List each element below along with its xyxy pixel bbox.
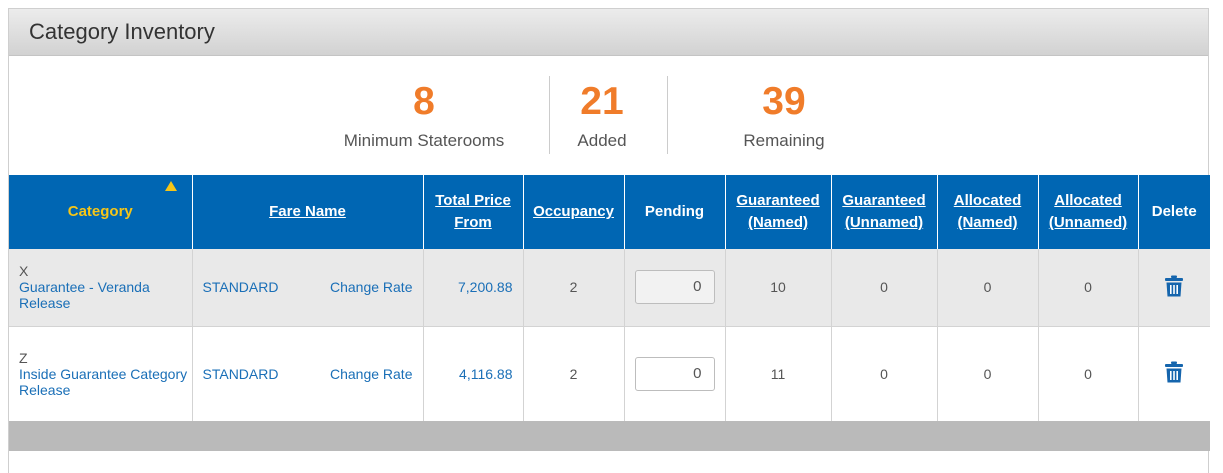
inventory-stats: 8 Minimum Staterooms 21 Added 39 Remaini… (9, 56, 1208, 175)
col-header-label-line2: (Named) (747, 214, 808, 231)
col-header-occupancy[interactable]: Occupancy (523, 175, 625, 249)
allocated-unnamed-value: 0 (1038, 249, 1139, 327)
sort-link-fare-name[interactable]: Fare Name (269, 203, 346, 220)
col-header-label-line2: From (454, 214, 492, 231)
allocated-named-value: 0 (937, 326, 1039, 422)
col-header-label-line2: (Unnamed) (1048, 214, 1128, 231)
fare-cell: STANDARD Change Rate (192, 249, 424, 327)
sort-link-total-price[interactable]: Total Price From (435, 192, 511, 231)
inventory-table: Category Fare Name Total Price From Occup… (9, 175, 1210, 422)
stat-added: 21 Added (557, 82, 647, 151)
col-header-label-line2: (Unnamed) (844, 214, 924, 231)
col-header-guaranteed-unnamed[interactable]: Guaranteed (Unnamed) (831, 175, 938, 249)
stat-added-label: Added (577, 131, 627, 150)
category-name-link[interactable]: Guarantee - Veranda Release (19, 279, 150, 311)
col-header-allocated-named[interactable]: Allocated (Named) (937, 175, 1039, 249)
col-header-category[interactable]: Category (9, 175, 193, 249)
allocated-unnamed-value: 0 (1038, 326, 1139, 422)
category-code: X (19, 263, 29, 280)
stat-divider (549, 76, 550, 154)
col-header-label-line1: Guaranteed (736, 192, 820, 209)
stat-added-value: 21 (580, 80, 624, 123)
stat-minimum-value: 8 (413, 80, 435, 123)
occupancy-value: 2 (523, 326, 625, 422)
fare-name-link[interactable]: STANDARD (203, 366, 279, 382)
pending-input[interactable]: 0 (634, 356, 715, 391)
fare-name-link[interactable]: STANDARD (203, 279, 279, 295)
pending-cell: 0 (624, 326, 726, 422)
trash-icon[interactable] (1165, 275, 1184, 297)
total-price-link[interactable]: 4,116.88 (423, 326, 524, 422)
panel-title: Category Inventory (29, 19, 215, 44)
sort-link-allocated-unnamed[interactable]: Allocated (Unnamed) (1049, 192, 1127, 231)
delete-cell (1138, 326, 1210, 422)
col-header-label-line1: Allocated (1054, 192, 1122, 209)
col-header-category-label: Category (67, 203, 133, 220)
table-row: Z Inside Guarantee Category Release STAN… (9, 326, 1210, 422)
guaranteed-unnamed-value: 0 (831, 249, 938, 327)
allocated-named-value: 0 (937, 249, 1039, 327)
change-rate-link[interactable]: Change Rate (330, 279, 413, 295)
category-inventory-panel: Category Inventory 8 Minimum Staterooms … (8, 8, 1210, 473)
guaranteed-named-value: 11 (725, 326, 832, 422)
fare-cell: STANDARD Change Rate (192, 326, 424, 422)
stat-divider (667, 76, 668, 154)
col-header-label-line2: (Named) (957, 214, 1018, 231)
category-cell: X Guarantee - Veranda Release (9, 249, 193, 327)
total-price-link[interactable]: 7,200.88 (423, 249, 524, 327)
stat-remaining-label: Remaining (743, 131, 825, 150)
panel-header: Category Inventory (9, 9, 1208, 56)
sort-link-guaranteed-unnamed[interactable]: Guaranteed (Unnamed) (842, 192, 925, 231)
stat-remaining: 39 Remaining (719, 82, 849, 151)
category-code: Z (19, 349, 28, 366)
col-header-guaranteed-named[interactable]: Guaranteed (Named) (725, 175, 832, 249)
col-header-label-line1: Total Price (435, 192, 511, 209)
pending-cell: 0 (624, 249, 726, 327)
stat-minimum-label: Minimum Staterooms (343, 131, 505, 150)
pending-input[interactable]: 0 (634, 270, 715, 305)
sort-ascending-icon[interactable] (165, 181, 177, 191)
table-row: X Guarantee - Veranda Release STANDARD C… (9, 249, 1210, 327)
change-rate-link[interactable]: Change Rate (330, 366, 413, 382)
delete-cell (1138, 249, 1210, 327)
col-header-pending-label: Pending (644, 203, 705, 220)
col-header-label-line1: Allocated (953, 192, 1022, 209)
occupancy-value: 2 (523, 249, 625, 327)
col-header-delete: Delete (1138, 175, 1210, 249)
col-header-pending: Pending (624, 175, 726, 249)
sort-link-guaranteed-named[interactable]: Guaranteed (Named) (736, 192, 819, 231)
table-footer-bar (9, 421, 1210, 451)
sort-link-occupancy[interactable]: Occupancy (533, 203, 614, 220)
sort-link-allocated-named[interactable]: Allocated (Named) (954, 192, 1022, 231)
guaranteed-unnamed-value: 0 (831, 326, 938, 422)
category-cell: Z Inside Guarantee Category Release (9, 326, 193, 422)
col-header-label-line1: Guaranteed (842, 192, 926, 209)
table-header-row: Category Fare Name Total Price From Occup… (9, 175, 1210, 249)
guaranteed-named-value: 10 (725, 249, 832, 327)
col-header-delete-label: Delete (1151, 203, 1197, 220)
category-name-link[interactable]: Inside Guarantee Category Release (19, 366, 187, 398)
trash-icon[interactable] (1165, 361, 1184, 383)
stat-minimum-staterooms: 8 Minimum Staterooms (329, 82, 519, 151)
col-header-allocated-unnamed[interactable]: Allocated (Unnamed) (1038, 175, 1139, 249)
col-header-fare-name[interactable]: Fare Name (192, 175, 424, 249)
col-header-total-price[interactable]: Total Price From (423, 175, 524, 249)
stat-remaining-value: 39 (762, 80, 806, 123)
